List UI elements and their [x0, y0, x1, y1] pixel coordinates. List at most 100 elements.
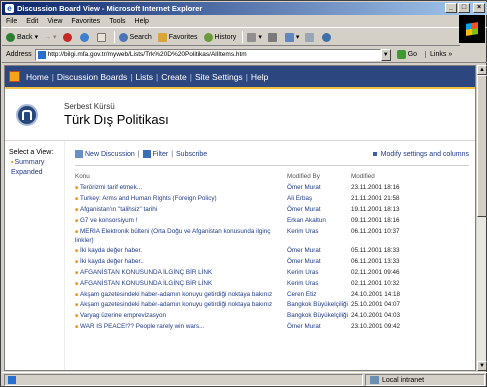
topic-link[interactable]: MERIA Elektronik bülteni (Orta Doğu ve A…: [75, 228, 270, 244]
topic-cell[interactable]: ■ Terörizmi tarif etmek...: [75, 183, 287, 194]
topic-cell[interactable]: ■ Akşam gazetesindeki haber-adamın konuyu…: [75, 300, 287, 311]
topic-link[interactable]: Terörizmi tarif etmek...: [80, 184, 142, 191]
stop-button[interactable]: [62, 32, 74, 42]
topic-cell[interactable]: ■ AFGANİSTAN KONUSUNDA İLGİNÇ BİR LİNK: [75, 278, 287, 289]
mail-button[interactable]: ▾: [247, 32, 262, 42]
topic-link[interactable]: Varyag üzerine emprevizasyon: [80, 312, 166, 319]
print-button[interactable]: [267, 32, 279, 42]
topic-link[interactable]: İki kayda değer haber.: [80, 247, 142, 254]
subscribe-link[interactable]: Subscribe: [176, 151, 207, 158]
modify-settings-link[interactable]: Modify settings and columns: [381, 151, 469, 158]
back-arrow-icon: [6, 32, 15, 42]
topic-link[interactable]: AFGANİSTAN KONUSUNDA İLGİNÇ BİR LİNK: [80, 280, 212, 287]
page-subtitle: Serbest Kürsü: [64, 102, 115, 111]
topic-cell[interactable]: ■ MERIA Elektronik bülteni (Orta Doğu ve …: [75, 227, 287, 246]
menu-edit[interactable]: Edit: [26, 18, 38, 25]
favorites-button[interactable]: Favorites: [157, 32, 198, 42]
modified-by-cell[interactable]: Ömer Murat: [287, 322, 351, 333]
forward-button[interactable]: → ▾: [44, 33, 56, 41]
modified-date-cell: 05.11.2001 18:33: [351, 246, 400, 254]
topic-cell[interactable]: ■ WAR IS PEACE!?? People rarely win wars.…: [75, 322, 287, 333]
discuss-button[interactable]: [305, 32, 316, 42]
address-input[interactable]: http://bilgi.mfa.gov.tr/myweb/Lists/Trk%…: [34, 48, 381, 61]
address-dropdown-button[interactable]: ▼: [380, 48, 391, 61]
new-discussion-link[interactable]: New Discussion: [85, 151, 135, 158]
modified-by-cell[interactable]: Ömer Murat: [287, 245, 351, 256]
topic-link[interactable]: İki kayda değer haber..: [80, 258, 144, 265]
scroll-down-button[interactable]: ▼: [477, 361, 487, 371]
search-icon: [118, 32, 128, 42]
topic-cell[interactable]: ■ Akşam gazetesindeki haber-adamın konuyu…: [75, 289, 287, 300]
modified-by-cell[interactable]: Kerim Uras: [287, 278, 351, 289]
menu-view[interactable]: View: [47, 18, 62, 25]
modified-by-cell[interactable]: Ömer Murat: [287, 205, 351, 216]
topic-link[interactable]: Turkey: Arms and Human Rights (Foreign P…: [80, 195, 217, 202]
topic-cell[interactable]: ■ Turkey: Arms and Human Rights (Foreign …: [75, 194, 287, 205]
topic-link[interactable]: Afganistan'ın "talihsiz" tarihi: [80, 206, 157, 213]
modified-by-cell[interactable]: Bangkok Büyükelçiliği: [287, 300, 351, 311]
home-button[interactable]: [96, 32, 108, 42]
modified-by-cell[interactable]: Ömer Murat: [287, 183, 351, 194]
menu-help[interactable]: Help: [135, 18, 149, 25]
topic-link[interactable]: Akşam gazetesindeki haber-adamın konuyu …: [80, 291, 272, 298]
modified-by-cell[interactable]: Kerim Uras: [287, 267, 351, 278]
page-done-icon: [8, 376, 16, 384]
edit-button[interactable]: ▾: [284, 32, 299, 42]
filter-link[interactable]: Filter: [153, 151, 169, 158]
thread-bullet-icon: ■: [75, 207, 79, 214]
nav-home[interactable]: Home: [26, 72, 49, 82]
topic-cell[interactable]: ■ İki kayda değer haber..: [75, 256, 287, 267]
close-button[interactable]: ×: [473, 3, 485, 13]
topic-link[interactable]: Akşam gazetesindeki haber-adamın konuyu …: [80, 301, 272, 308]
topic-link[interactable]: G7 ve konsorsiyum !: [80, 217, 137, 224]
menu-file[interactable]: File: [6, 18, 17, 25]
maximize-button[interactable]: □: [458, 3, 470, 13]
sharepoint-top-nav: Home | Discussion Boards | Lists | Create | …: [5, 66, 475, 89]
menu-tools[interactable]: Tools: [109, 18, 125, 25]
modified-by-cell[interactable]: Ömer Murat: [287, 256, 351, 267]
table-row: ■ Terörizmi tarif etmek... Ömer Murat 23.11…: [75, 183, 469, 194]
topic-cell[interactable]: ■ AFGANİSTAN KONUSUNDA İLGİNÇ BİR LİNK: [75, 267, 287, 278]
view-selector-heading: Select a View:: [9, 149, 54, 156]
table-row: ■ G7 ve konsorsiyum ! Erkan Akaltun 09.11.2…: [75, 216, 469, 227]
nav-discussion-boards[interactable]: Discussion Boards: [57, 72, 127, 82]
modified-by-cell[interactable]: Ali Erbaş: [287, 194, 351, 205]
links-button[interactable]: Links »: [425, 51, 452, 58]
column-modified[interactable]: Modified: [351, 172, 469, 183]
refresh-button[interactable]: [79, 32, 91, 42]
messenger-button[interactable]: [322, 32, 333, 42]
thread-bullet-icon: ■: [75, 313, 79, 320]
topic-link[interactable]: AFGANİSTAN KONUSUNDA İLGİNÇ BİR LİNK: [80, 269, 212, 276]
modified-by-cell[interactable]: Erkan Akaltun: [287, 216, 351, 227]
back-button[interactable]: Back ▾: [6, 32, 38, 42]
column-topic[interactable]: Konu: [75, 172, 287, 183]
browser-window: e Discussion Board View - Microsoft Inte…: [0, 0, 487, 387]
table-row: ■ WAR IS PEACE!?? People rarely win wars.…: [75, 322, 469, 333]
menu-favorites[interactable]: Favorites: [71, 18, 100, 25]
thread-bullet-icon: ■: [75, 324, 79, 331]
vertical-scrollbar[interactable]: ▲ ▼: [476, 65, 487, 371]
view-summary[interactable]: Summary: [11, 159, 64, 166]
nav-lists[interactable]: Lists: [136, 72, 153, 82]
page-icon: [37, 50, 46, 59]
topic-link[interactable]: WAR IS PEACE!?? People rarely win wars..…: [80, 323, 204, 330]
go-button[interactable]: Go: [396, 50, 417, 59]
nav-site-settings[interactable]: Site Settings: [195, 72, 243, 82]
history-button[interactable]: History: [203, 32, 236, 42]
modified-by-cell[interactable]: Kerim Uras: [287, 227, 351, 246]
nav-create[interactable]: Create: [161, 72, 187, 82]
column-modified-by[interactable]: Modified By: [287, 172, 351, 183]
scroll-up-button[interactable]: ▲: [477, 65, 487, 75]
modified-by-cell[interactable]: Bangkok Büyükelçiliği: [287, 311, 351, 322]
topic-cell[interactable]: ■ Afganistan'ın "talihsiz" tarihi: [75, 205, 287, 216]
view-expanded[interactable]: Expanded: [11, 169, 64, 176]
scroll-thumb[interactable]: [477, 75, 487, 217]
standard-toolbar: Back ▾ → ▾ Search Favorites History ▾ ▾: [2, 29, 460, 46]
modified-by-cell[interactable]: Ceren Etiz: [287, 289, 351, 300]
minimize-button[interactable]: _: [445, 3, 457, 13]
topic-cell[interactable]: ■ İki kayda değer haber.: [75, 245, 287, 256]
search-button[interactable]: Search: [118, 32, 152, 42]
topic-cell[interactable]: ■ G7 ve konsorsiyum !: [75, 216, 287, 227]
topic-cell[interactable]: ■ Varyag üzerine emprevizasyon: [75, 311, 287, 322]
nav-help[interactable]: Help: [251, 72, 268, 82]
